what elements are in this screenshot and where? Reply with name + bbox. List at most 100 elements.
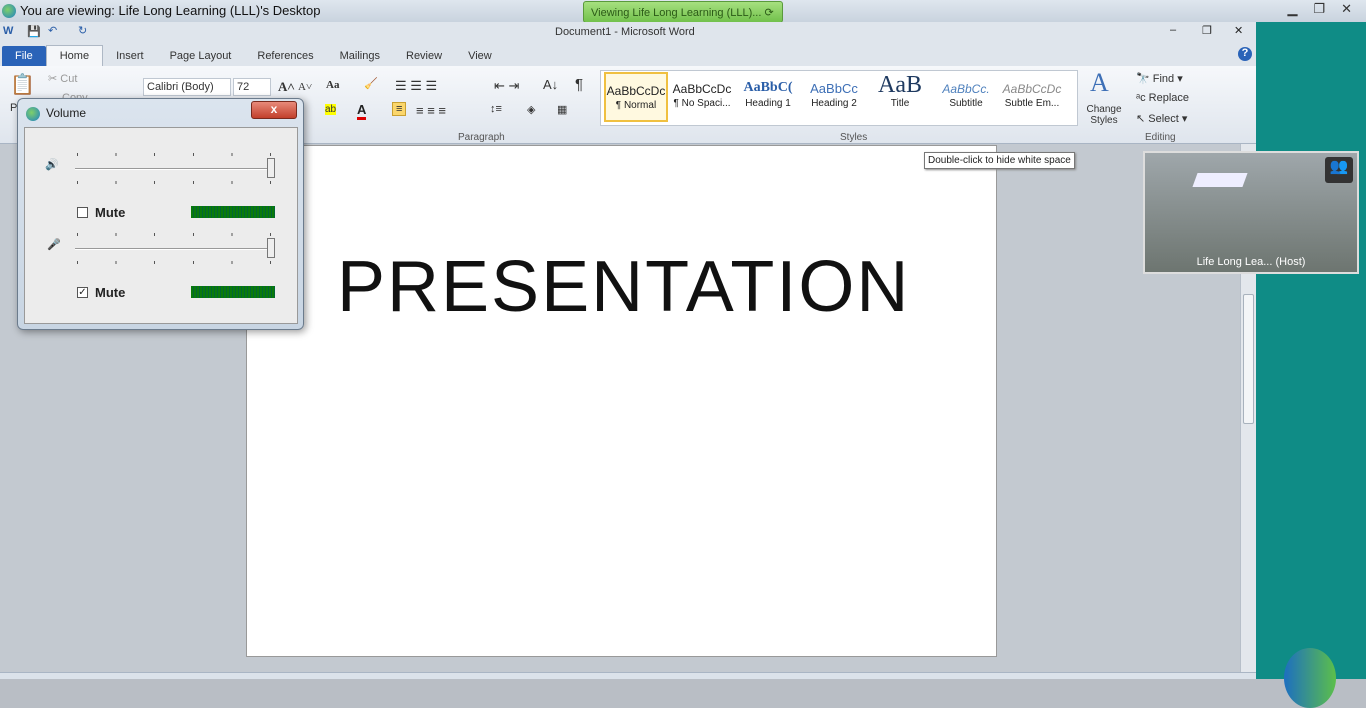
cut-label: Cut xyxy=(60,73,78,85)
style-sample: AaBbC( xyxy=(743,80,793,95)
change-styles-button[interactable]: Change Styles xyxy=(1084,104,1124,126)
document-page[interactable]: PRESENTATION xyxy=(246,145,997,657)
volume-globe-icon xyxy=(26,107,40,121)
style-heading-1[interactable]: AaBbC( Heading 1 xyxy=(736,72,800,122)
microphone-level-meter xyxy=(191,286,275,298)
style-name: ¶ Normal xyxy=(615,100,657,111)
ticks xyxy=(77,233,273,236)
change-case-button[interactable]: Aa xyxy=(326,79,339,91)
style-normal[interactable]: AaBbCcDc ¶ Normal xyxy=(604,72,668,122)
scrollbar-thumb[interactable] xyxy=(1243,294,1254,424)
grow-font-icon[interactable]: A˄ xyxy=(278,79,295,95)
ticks xyxy=(77,181,273,184)
speaker-icon: 🔊 xyxy=(45,159,59,171)
volume-window: Volume x 🔊 Mute 🎤 ✓ Mute xyxy=(17,98,304,330)
style-name: Title xyxy=(890,98,910,109)
replace-label: Replace xyxy=(1148,92,1190,104)
speaker-slider-thumb[interactable] xyxy=(267,158,275,178)
replace-button[interactable]: ᵃc Replace xyxy=(1136,92,1189,104)
document-title: Document1 - Microsoft Word xyxy=(555,26,695,38)
change-styles-icon[interactable]: A xyxy=(1090,68,1109,98)
word-restore-icon[interactable]: ❐ xyxy=(1202,24,1212,37)
help-icon[interactable]: ? xyxy=(1238,47,1252,61)
font-name-select[interactable]: Calibri (Body) xyxy=(143,78,231,96)
undo-icon[interactable]: ↶ xyxy=(48,24,57,37)
viewer-title-bar: You are viewing: Life Long Learning (LLL… xyxy=(0,0,1366,23)
close-icon[interactable]: ✕ xyxy=(1341,1,1352,17)
style-no-spacing[interactable]: AaBbCcDc ¶ No Spaci... xyxy=(670,72,734,122)
font-color-icon[interactable]: A xyxy=(357,102,367,120)
volume-close-button[interactable]: x xyxy=(251,101,297,119)
redo-icon[interactable]: ↻ xyxy=(78,24,87,37)
tab-references[interactable]: References xyxy=(244,46,326,66)
save-icon[interactable]: 💾 xyxy=(27,25,41,38)
speaker-level-meter xyxy=(191,206,275,218)
style-heading-2[interactable]: AaBbCc Heading 2 xyxy=(802,72,866,122)
show-marks-icon[interactable]: ¶ xyxy=(575,76,583,93)
speaker-slider[interactable] xyxy=(75,168,271,170)
participants-icon[interactable]: 👥 xyxy=(1325,157,1353,183)
find-button[interactable]: 🔭 Find ▾ xyxy=(1136,72,1183,85)
desktop-background xyxy=(1256,22,1366,679)
tab-home[interactable]: Home xyxy=(45,45,104,66)
style-sample: AaB xyxy=(878,72,922,98)
align-icons[interactable]: ≡ ≡ ≡ xyxy=(416,103,446,118)
borders-icon[interactable]: ▦ xyxy=(557,103,567,116)
style-name: Subtle Em... xyxy=(1004,98,1060,109)
word-icon: W xyxy=(3,25,14,37)
speaker-mute-checkbox[interactable] xyxy=(77,207,88,218)
find-label: Find xyxy=(1152,73,1175,85)
sort-icon[interactable]: A↓ xyxy=(543,77,558,92)
paste-icon[interactable]: 📋 xyxy=(10,72,35,97)
style-name: Heading 1 xyxy=(745,98,791,109)
shading-icon[interactable]: ◈ xyxy=(527,103,535,116)
microphone-mute-checkbox[interactable]: ✓ xyxy=(77,287,88,298)
line-spacing-icon[interactable]: ↕≡ xyxy=(490,103,502,115)
tab-mailings[interactable]: Mailings xyxy=(327,46,393,66)
paragraph-group-label: Paragraph xyxy=(458,132,505,143)
viewer-title: You are viewing: Life Long Learning (LLL… xyxy=(20,3,321,18)
restore-icon[interactable]: ❐ xyxy=(1313,1,1325,17)
speaker-mute-label: Mute xyxy=(95,205,126,220)
bullets-icon[interactable]: ☰ ☰ ☰ xyxy=(395,78,437,94)
ticks xyxy=(77,153,273,156)
editing-group-label: Editing xyxy=(1145,132,1176,143)
minimize-icon[interactable]: ▁ xyxy=(1287,1,1297,17)
word-minimize-icon[interactable]: – xyxy=(1170,24,1176,36)
style-sample: AaBbCc xyxy=(810,81,858,96)
style-name: ¶ No Spaci... xyxy=(673,98,731,109)
refresh-icon[interactable]: ⟳ xyxy=(764,7,773,19)
style-sample: AaBbCc. xyxy=(942,82,990,96)
app-globe-icon xyxy=(2,4,16,18)
tab-review[interactable]: Review xyxy=(393,46,455,66)
shrink-font-icon[interactable]: A˅ xyxy=(298,81,312,93)
style-sample: AaBbCcDc xyxy=(1002,82,1062,96)
webcam-video[interactable]: 👥 Life Long Lea... (Host) xyxy=(1143,151,1359,274)
font-size-select[interactable]: 72 xyxy=(233,78,271,96)
indent-icons[interactable]: ⇤ ⇥ xyxy=(494,78,519,94)
tab-page-layout[interactable]: Page Layout xyxy=(157,46,245,66)
document-text: PRESENTATION xyxy=(337,247,911,327)
select-button[interactable]: ↖ Select ▾ xyxy=(1136,112,1187,125)
viewing-banner[interactable]: Viewing Life Long Learning (LLL)... ⟳ xyxy=(583,1,783,23)
cut-button[interactable]: ✂ Cut xyxy=(48,72,77,85)
microphone-slider[interactable] xyxy=(75,248,271,250)
style-sample: AaBbCcDc xyxy=(606,84,666,98)
tab-insert[interactable]: Insert xyxy=(103,46,157,66)
style-subtitle[interactable]: AaBbCc. Subtitle xyxy=(934,72,998,122)
clear-formatting-icon[interactable]: 🧹 xyxy=(364,77,378,90)
highlight-icon[interactable]: ab xyxy=(325,104,337,115)
style-subtle-emphasis[interactable]: AaBbCcDc Subtle Em... xyxy=(1000,72,1064,122)
word-close-icon[interactable]: ✕ xyxy=(1234,24,1243,37)
tab-view[interactable]: View xyxy=(455,46,505,66)
tab-file[interactable]: File xyxy=(2,46,46,66)
microphone-slider-thumb[interactable] xyxy=(267,238,275,258)
app-logo-icon xyxy=(1284,648,1336,708)
whitespace-tooltip: Double-click to hide white space xyxy=(924,152,1075,169)
microphone-icon: 🎤 xyxy=(47,239,61,251)
webcam-label: Life Long Lea... (Host) xyxy=(1196,256,1306,268)
style-title[interactable]: AaB Title xyxy=(868,72,932,122)
align-left-icon[interactable]: ≡ xyxy=(392,102,407,116)
status-bar xyxy=(0,672,1256,679)
styles-group-label: Styles xyxy=(840,132,868,143)
